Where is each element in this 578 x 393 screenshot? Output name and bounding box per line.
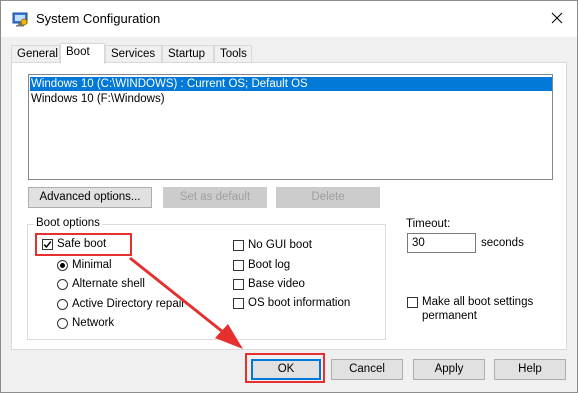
- help-button[interactable]: Help: [494, 359, 566, 380]
- make-permanent-checkbox[interactable]: [407, 296, 422, 308]
- checkbox-box[interactable]: [233, 297, 244, 309]
- system-configuration-window: System Configuration General Boot Servic…: [0, 0, 578, 393]
- radio-button[interactable]: [57, 278, 68, 290]
- checkbox-label: Base video: [248, 278, 305, 290]
- checkbox-box[interactable]: [233, 239, 244, 251]
- os-list[interactable]: Windows 10 (C:\WINDOWS) : Current OS; De…: [28, 74, 553, 180]
- checkbox-box[interactable]: [233, 259, 244, 271]
- seconds-label: seconds: [481, 237, 524, 249]
- make-permanent-label: Make all boot settings permanent: [422, 296, 534, 322]
- radio-button[interactable]: [57, 317, 68, 329]
- apply-button[interactable]: Apply: [413, 359, 485, 380]
- checkbox-label: OS boot information: [248, 297, 351, 309]
- radio-label: Minimal: [72, 259, 112, 271]
- checkbox-box[interactable]: [407, 297, 418, 308]
- tab-boot[interactable]: Boot: [60, 43, 105, 64]
- tab-tools[interactable]: Tools: [214, 45, 252, 63]
- checkbox-box[interactable]: [42, 238, 53, 250]
- checkbox-label: Boot log: [248, 259, 291, 271]
- close-button[interactable]: [543, 5, 571, 31]
- tab-services[interactable]: Services: [105, 45, 162, 63]
- window-title: System Configuration: [36, 11, 161, 26]
- radio-network[interactable]: Network: [57, 317, 114, 329]
- radio-button[interactable]: [57, 259, 68, 271]
- checkmark-icon: [43, 240, 52, 248]
- safe-boot-checkbox[interactable]: Safe boot: [42, 238, 106, 250]
- radio-alternate-shell[interactable]: Alternate shell: [57, 278, 145, 290]
- timeout-input[interactable]: 30: [407, 233, 476, 253]
- os-list-item-secondary[interactable]: Windows 10 (F:\Windows): [30, 92, 165, 106]
- no-gui-boot-checkbox[interactable]: No GUI boot: [233, 239, 312, 251]
- radio-button[interactable]: [57, 298, 68, 310]
- system-config-icon: [12, 12, 28, 27]
- tab-startup[interactable]: Startup: [162, 45, 214, 63]
- title-bar: System Configuration: [1, 1, 577, 37]
- cancel-button[interactable]: Cancel: [331, 359, 403, 380]
- ok-button[interactable]: OK: [251, 359, 321, 380]
- checkbox-label: No GUI boot: [248, 239, 312, 251]
- boot-options-title: Boot options: [34, 217, 102, 229]
- tab-general[interactable]: General: [11, 45, 60, 63]
- radio-active-directory-repair[interactable]: Active Directory repair: [57, 298, 185, 310]
- radio-minimal[interactable]: Minimal: [57, 259, 112, 271]
- radio-label: Active Directory repair: [72, 298, 186, 310]
- checkbox-box[interactable]: [233, 278, 244, 290]
- os-list-item-current[interactable]: Windows 10 (C:\WINDOWS) : Current OS; De…: [30, 77, 552, 91]
- set-as-default-button[interactable]: Set as default: [163, 187, 267, 208]
- boot-log-checkbox[interactable]: Boot log: [233, 259, 290, 271]
- base-video-checkbox[interactable]: Base video: [233, 278, 305, 290]
- radio-label: Alternate shell: [72, 278, 145, 290]
- advanced-options-button[interactable]: Advanced options...: [28, 187, 152, 208]
- radio-label: Network: [72, 317, 115, 329]
- os-boot-information-checkbox[interactable]: OS boot information: [233, 297, 350, 309]
- delete-button[interactable]: Delete: [276, 187, 380, 208]
- safe-boot-label: Safe boot: [57, 238, 107, 250]
- close-icon: [551, 12, 563, 24]
- timeout-label: Timeout:: [406, 218, 451, 230]
